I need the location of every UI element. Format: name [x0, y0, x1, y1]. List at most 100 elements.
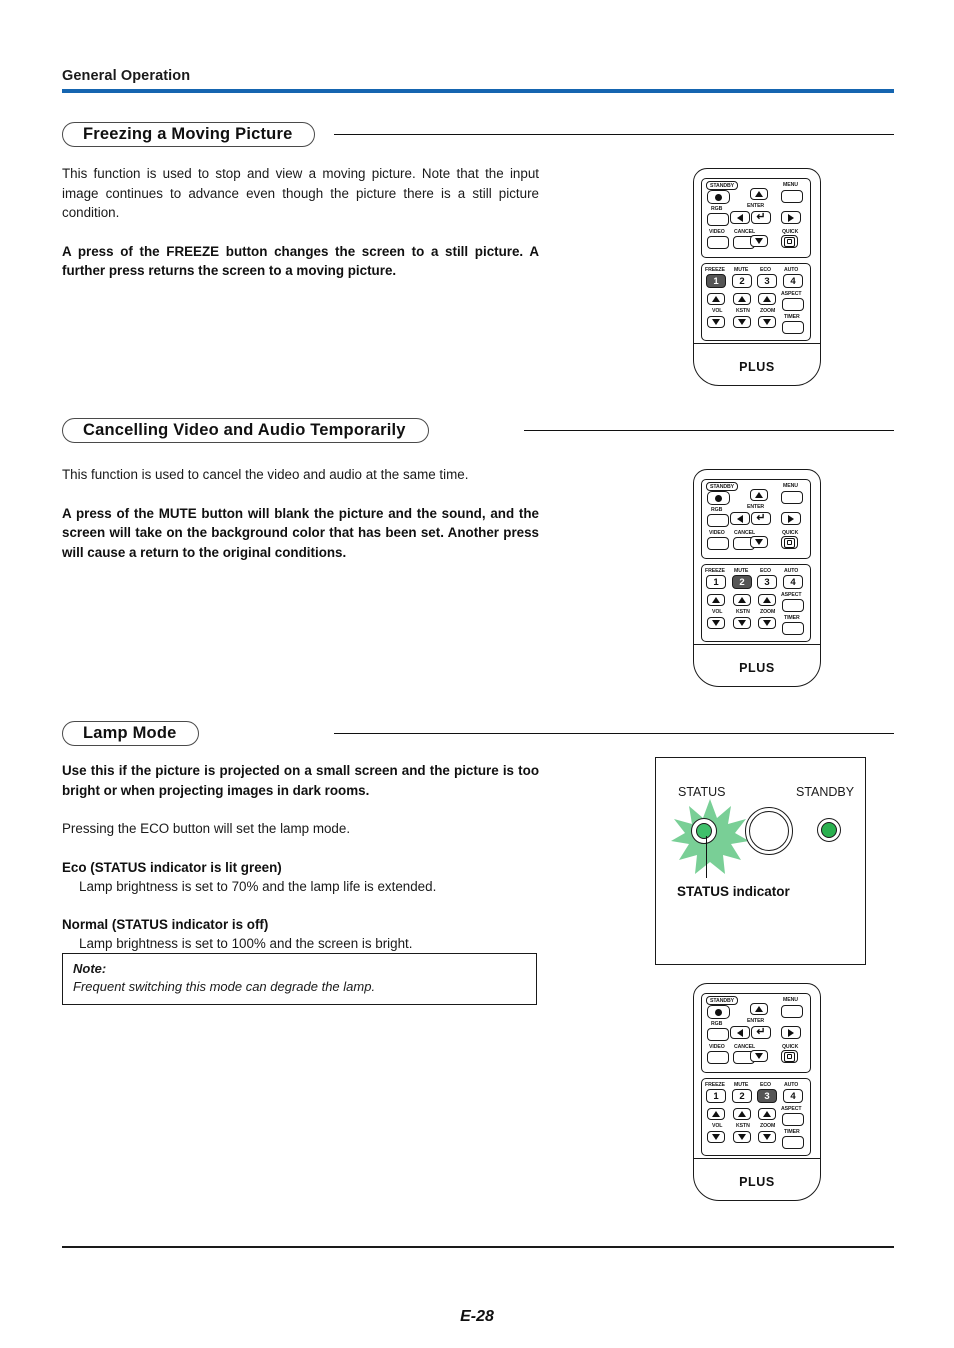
section-1-body: This function is used to stop and view a…: [62, 164, 539, 281]
kstn-down-button[interactable]: [733, 617, 751, 629]
standby-button[interactable]: [707, 491, 730, 505]
arrow-left-button[interactable]: [730, 1026, 750, 1039]
vol-down-button[interactable]: [707, 316, 725, 328]
zoom-down-button[interactable]: [758, 617, 776, 629]
enter-button[interactable]: ↵: [751, 512, 771, 525]
arrow-down-button[interactable]: [750, 536, 768, 548]
timer-button[interactable]: [782, 1136, 804, 1149]
paragraph-bold: A press of the FREEZE button changes the…: [62, 243, 539, 279]
mute-button[interactable]: 2: [732, 274, 752, 288]
kstn-up-button[interactable]: [733, 1108, 751, 1120]
arrow-left-button[interactable]: [730, 211, 750, 224]
chevron-down-icon: [763, 620, 771, 626]
vol-up-button[interactable]: [707, 594, 725, 606]
freeze-button[interactable]: 1: [706, 1089, 726, 1103]
power-dot-icon: [715, 494, 722, 502]
aspect-button[interactable]: [782, 599, 804, 612]
eco-button[interactable]: 3: [757, 575, 777, 589]
chevron-down-icon: [755, 238, 763, 244]
auto-label: AUTO: [784, 1082, 799, 1088]
vol-up-button[interactable]: [707, 1108, 725, 1120]
aspect-button[interactable]: [782, 298, 804, 311]
status-indicator-callout: STATUS indicator: [677, 884, 790, 899]
rgb-button[interactable]: [707, 1028, 729, 1041]
zoom-down-button[interactable]: [758, 1131, 776, 1143]
enter-label: ENTER: [747, 203, 765, 209]
quick-button[interactable]: [781, 1050, 798, 1063]
aspect-label: ASPECT: [781, 1106, 802, 1112]
arrow-up-button[interactable]: [750, 489, 768, 501]
zoom-up-button[interactable]: [758, 293, 776, 305]
standby-button[interactable]: [707, 1005, 730, 1019]
rgb-button[interactable]: [707, 213, 729, 226]
arrow-down-button[interactable]: [750, 1050, 768, 1062]
kstn-down-button[interactable]: [733, 316, 751, 328]
quick-button[interactable]: [781, 536, 798, 549]
enter-arrow-icon: ↵: [756, 1026, 766, 1038]
chevron-up-icon: [763, 597, 771, 603]
mute-button[interactable]: 2: [732, 1089, 752, 1103]
paragraph: This function is used to cancel the vide…: [62, 467, 469, 482]
eco-button[interactable]: 3: [757, 1089, 777, 1103]
rgb-button[interactable]: [707, 514, 729, 527]
page-header: General Operation: [62, 68, 894, 93]
section-title: Cancelling Video and Audio Temporarily: [83, 421, 406, 439]
arrow-up-button[interactable]: [750, 188, 768, 200]
rgb-label: RGB: [711, 206, 723, 212]
remote-divider: [694, 643, 820, 645]
eco-button[interactable]: 3: [757, 274, 777, 288]
menu-button[interactable]: [781, 1005, 803, 1018]
vol-down-button[interactable]: [707, 1131, 725, 1143]
zoom-down-button[interactable]: [758, 316, 776, 328]
standby-label: STANDBY: [706, 996, 738, 1005]
callout-leader-line: [706, 836, 708, 878]
arrow-right-button[interactable]: [781, 211, 801, 224]
timer-label: TIMER: [784, 1129, 800, 1135]
mute-label: MUTE: [734, 267, 749, 273]
auto-button[interactable]: 4: [783, 575, 803, 589]
enter-button[interactable]: ↵: [751, 211, 771, 224]
timer-button[interactable]: [782, 622, 804, 635]
standby-button[interactable]: [707, 190, 730, 204]
power-dot-icon: [715, 1008, 722, 1016]
freeze-button[interactable]: 1: [706, 575, 726, 589]
cancel-label: CANCEL: [734, 530, 756, 536]
remote-panel-bottom: FREEZE 1 MUTE 2 ECO 3 AUTO 4 ASPECT TIME…: [701, 263, 811, 341]
mode-desc-eco: Lamp brightness is set to 70% and the la…: [79, 879, 437, 894]
mode-title-eco: Eco (STATUS indicator is lit green): [62, 859, 282, 875]
auto-label: AUTO: [784, 267, 799, 273]
aspect-button[interactable]: [782, 1113, 804, 1126]
zoom-up-button[interactable]: [758, 1108, 776, 1120]
zoom-up-button[interactable]: [758, 594, 776, 606]
video-button[interactable]: [707, 236, 729, 249]
quick-button[interactable]: [781, 235, 798, 248]
vol-down-button[interactable]: [707, 617, 725, 629]
arrow-down-button[interactable]: [750, 235, 768, 247]
quick-menu-icon: [784, 1051, 795, 1062]
arrow-up-button[interactable]: [750, 1003, 768, 1015]
timer-button[interactable]: [782, 321, 804, 334]
auto-button[interactable]: 4: [783, 1089, 803, 1103]
menu-button[interactable]: [781, 491, 803, 504]
arrow-right-button[interactable]: [781, 1026, 801, 1039]
paragraph-bold: A press of the MUTE button will blank th…: [62, 505, 539, 560]
auto-button[interactable]: 4: [783, 274, 803, 288]
mute-button[interactable]: 2: [732, 575, 752, 589]
freeze-button[interactable]: 1: [706, 274, 726, 288]
kstn-up-button[interactable]: [733, 293, 751, 305]
video-label: VIDEO: [709, 1044, 725, 1050]
kstn-down-button[interactable]: [733, 1131, 751, 1143]
chevron-up-icon: [755, 1006, 763, 1012]
kstn-label: KSTN: [736, 308, 750, 314]
chevron-down-icon: [712, 1134, 720, 1140]
video-button[interactable]: [707, 1051, 729, 1064]
arrow-left-button[interactable]: [730, 512, 750, 525]
vol-up-button[interactable]: [707, 293, 725, 305]
menu-button[interactable]: [781, 190, 803, 203]
video-button[interactable]: [707, 537, 729, 550]
enter-button[interactable]: ↵: [751, 1026, 771, 1039]
enter-arrow-icon: ↵: [756, 512, 766, 524]
kstn-up-button[interactable]: [733, 594, 751, 606]
arrow-right-button[interactable]: [781, 512, 801, 525]
cancel-label: CANCEL: [734, 229, 756, 235]
